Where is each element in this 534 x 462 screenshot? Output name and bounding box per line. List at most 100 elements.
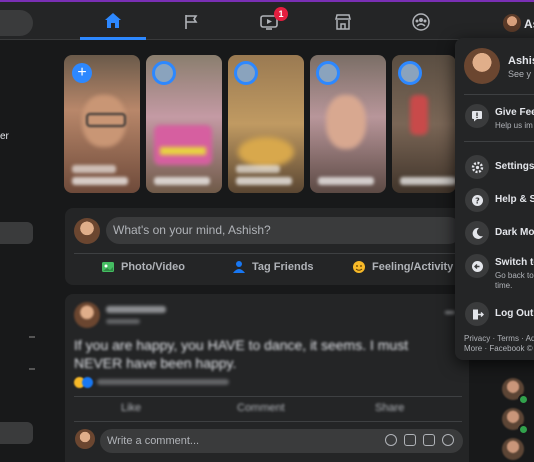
commenter-avatar <box>75 429 95 449</box>
story-avatar <box>316 61 340 85</box>
flag-icon <box>185 15 198 29</box>
composer-divider <box>74 253 462 254</box>
account-menu: Ashis See y Give Fee Help us im Settings… <box>455 38 534 360</box>
online-indicator <box>518 424 529 435</box>
emoji-icon[interactable] <box>385 434 397 446</box>
post-text-line: If you are happy, you HAVE to dance, it … <box>74 337 409 353</box>
photo-icon <box>102 262 114 272</box>
menu-item-give-feedback[interactable]: Give Fee Help us im <box>455 102 534 132</box>
post-divider <box>74 396 462 397</box>
story-avatar <box>398 61 422 85</box>
menu-label: Give Fee <box>495 107 534 118</box>
tab-groups[interactable] <box>388 4 454 40</box>
menu-divider <box>464 94 534 95</box>
menu-sublabel: Help us im <box>495 121 533 130</box>
profile-name-short[interactable]: As <box>524 17 534 31</box>
tag-friends-button[interactable]: Tag Friends <box>232 260 314 273</box>
notification-badge: 1 <box>274 7 288 21</box>
sidebar-divider <box>29 336 35 338</box>
menu-item-help[interactable]: ? Help & S <box>455 186 534 216</box>
tab-home[interactable] <box>80 4 146 40</box>
menu-profile-avatar[interactable] <box>464 48 500 84</box>
story-caption <box>236 165 280 173</box>
post-text-line: NEVER have been happy. <box>74 355 237 371</box>
whats-on-your-mind-input[interactable]: What's on your mind, Ashish? <box>106 217 462 244</box>
share-button[interactable]: Share <box>375 402 404 414</box>
menu-item-dark-mode[interactable]: Dark Mo <box>455 219 534 249</box>
menu-footer-links[interactable]: Privacy · Terms · Ad <box>464 334 534 343</box>
left-sidebar: er <box>0 40 55 462</box>
contact-avatar[interactable] <box>502 438 524 460</box>
online-indicator <box>518 394 529 405</box>
home-icon <box>105 13 121 28</box>
like-button[interactable]: Like <box>121 402 141 414</box>
story-caption <box>318 177 374 185</box>
reaction-names[interactable] <box>97 379 229 385</box>
like-label: Like <box>121 402 142 414</box>
story-caption <box>400 177 456 185</box>
post-options-icon[interactable] <box>445 311 455 314</box>
tag-friends-icon <box>233 261 245 273</box>
help-icon: ? <box>465 188 489 212</box>
feeling-activity-button[interactable]: Feeling/Activity <box>352 260 453 274</box>
tag-friends-label: Tag Friends <box>252 260 314 273</box>
menu-item-log-out[interactable]: Log Out <box>455 300 534 330</box>
like-reaction-icon <box>82 377 93 388</box>
story-card[interactable] <box>392 55 456 193</box>
user-avatar <box>74 218 100 244</box>
tab-marketplace[interactable] <box>310 4 376 40</box>
story-card[interactable] <box>146 55 222 193</box>
add-story-icon[interactable]: + <box>72 63 92 83</box>
gear-icon <box>465 155 489 179</box>
menu-label: Log Out <box>495 308 534 319</box>
profile-avatar[interactable] <box>503 14 521 32</box>
sticker-icon[interactable] <box>442 434 454 446</box>
moon-icon <box>465 221 489 245</box>
photo-video-button[interactable]: Photo/Video <box>101 260 185 273</box>
search-box[interactable] <box>0 10 33 36</box>
share-label: Share <box>375 402 405 414</box>
feeling-icon <box>353 261 365 273</box>
gif-icon[interactable] <box>423 434 435 446</box>
story-card[interactable] <box>228 55 304 193</box>
post-composer: What's on your mind, Ashish? Photo/Video… <box>65 208 469 285</box>
comment-button[interactable]: Comment <box>237 402 285 414</box>
camera-icon[interactable] <box>404 434 416 446</box>
post-author-avatar[interactable] <box>74 302 100 328</box>
story-caption <box>154 177 210 185</box>
news-feed-post: If you are happy, you HAVE to dance, it … <box>65 294 469 462</box>
post-author-name[interactable] <box>106 306 166 313</box>
top-navigation-bar: 1 As <box>0 0 534 40</box>
story-card[interactable]: + <box>64 55 140 193</box>
story-caption <box>72 177 128 185</box>
sidebar-divider <box>29 368 35 370</box>
photo-video-label: Photo/Video <box>121 260 185 273</box>
store-icon <box>335 14 351 30</box>
menu-label: Settings <box>495 161 534 172</box>
logout-icon <box>465 302 489 326</box>
menu-sublabel: time. <box>495 281 513 290</box>
menu-label: Help & S <box>495 194 534 205</box>
feeling-activity-label: Feeling/Activity <box>372 261 454 273</box>
groups-icon <box>412 13 430 31</box>
tab-watch[interactable]: 1 <box>236 4 302 40</box>
tab-pages[interactable] <box>158 4 224 40</box>
switch-icon <box>465 254 489 278</box>
menu-divider <box>464 141 534 142</box>
post-divider <box>74 421 462 422</box>
sidebar-partial-text: er <box>0 131 9 142</box>
comment-label: Comment <box>237 402 285 414</box>
sidebar-item[interactable] <box>0 222 33 244</box>
sidebar-item[interactable] <box>0 422 33 444</box>
menu-label: Dark Mo <box>495 227 534 238</box>
story-card[interactable] <box>310 55 386 193</box>
story-caption <box>236 177 292 185</box>
menu-label: Switch to <box>495 257 534 268</box>
menu-item-settings[interactable]: Settings <box>455 153 534 183</box>
menu-item-switch-classic[interactable]: Switch to Go back to time. <box>455 252 534 294</box>
menu-footer-links[interactable]: More · Facebook © <box>464 344 533 353</box>
post-timestamp[interactable] <box>106 319 140 324</box>
menu-profile-sub[interactable]: See y <box>508 69 531 79</box>
menu-profile-name[interactable]: Ashis <box>508 55 534 67</box>
story-caption <box>72 165 116 173</box>
